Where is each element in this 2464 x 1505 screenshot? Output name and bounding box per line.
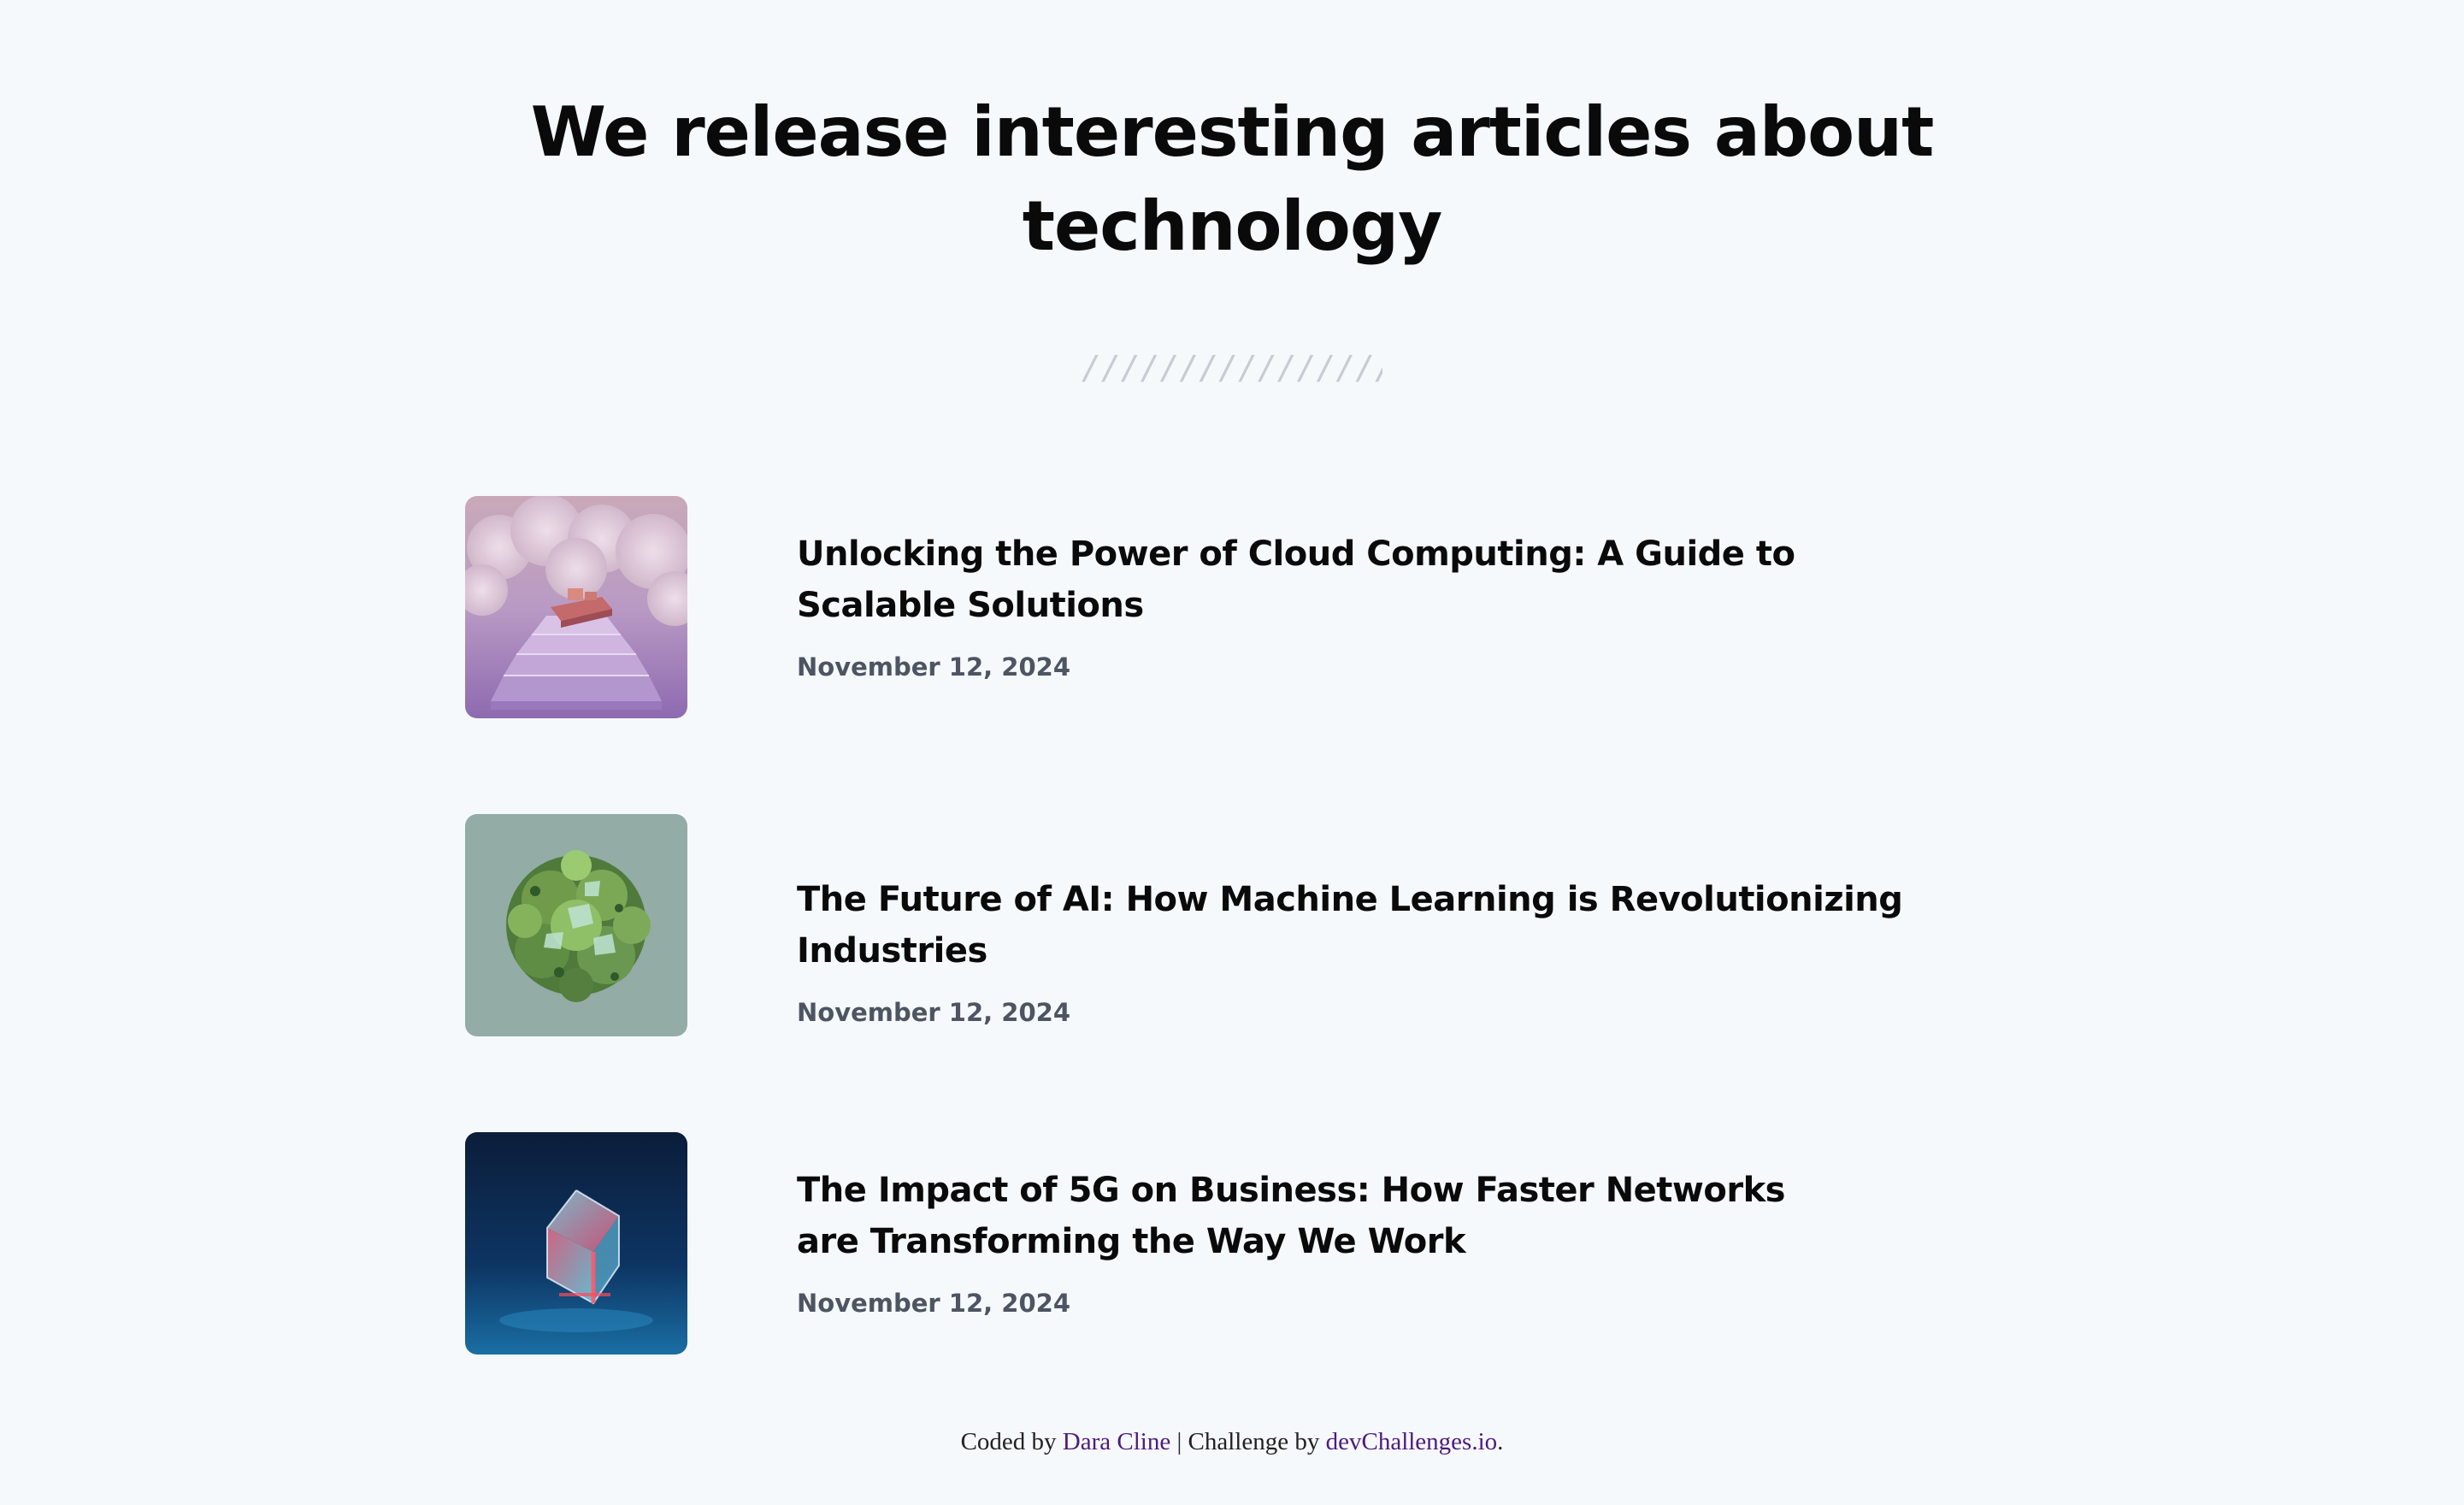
article-text: The Future of AI: How Machine Learning i… [797, 874, 1994, 1030]
slash-divider: //////////////////// [1082, 351, 1382, 385]
footer-coded-by: Coded by [960, 1428, 1057, 1455]
article-item[interactable]: The Impact of 5G on Business: How Faster… [465, 1132, 2004, 1354]
article-item[interactable]: The Future of AI: How Machine Learning i… [465, 814, 2004, 1036]
article-item[interactable]: Unlocking the Power of Cloud Computing: … [465, 496, 2004, 718]
glass-cube-image[interactable] [465, 1132, 687, 1354]
devchallenges-link[interactable]: devChallenges.io [1326, 1428, 1498, 1455]
article-date: November 12, 2024 [797, 652, 1070, 682]
page: We release interesting articles about te… [0, 0, 2464, 1505]
article-title-link[interactable]: Unlocking the Power of Cloud Computing: … [797, 534, 1795, 625]
article-text: The Impact of 5G on Business: How Faster… [797, 1165, 1994, 1320]
footer-separator: | Challenge by [1170, 1428, 1320, 1455]
footer-end: . [1497, 1428, 1504, 1455]
article-title-link[interactable]: The Impact of 5G on Business: How Faster… [797, 1171, 1786, 1261]
article-title-link[interactable]: The Future of AI: How Machine Learning i… [797, 880, 1903, 971]
author-link[interactable]: Dara Cline [1063, 1428, 1170, 1455]
article-title[interactable]: The Impact of 5G on Business: How Faster… [797, 1165, 1823, 1267]
page-title: We release interesting articles about te… [530, 92, 1935, 266]
footer-credit: Coded by Dara Cline | Challenge by devCh… [0, 1425, 2464, 1459]
article-date: November 12, 2024 [797, 998, 1070, 1027]
article-title[interactable]: Unlocking the Power of Cloud Computing: … [797, 528, 1908, 631]
green-foliage-sphere-image[interactable] [465, 814, 687, 1036]
article-title[interactable]: The Future of AI: How Machine Learning i… [797, 874, 1994, 977]
article-date: November 12, 2024 [797, 1289, 1070, 1318]
cloud-stairs-image[interactable] [465, 496, 687, 718]
article-text: Unlocking the Power of Cloud Computing: … [797, 528, 1994, 684]
